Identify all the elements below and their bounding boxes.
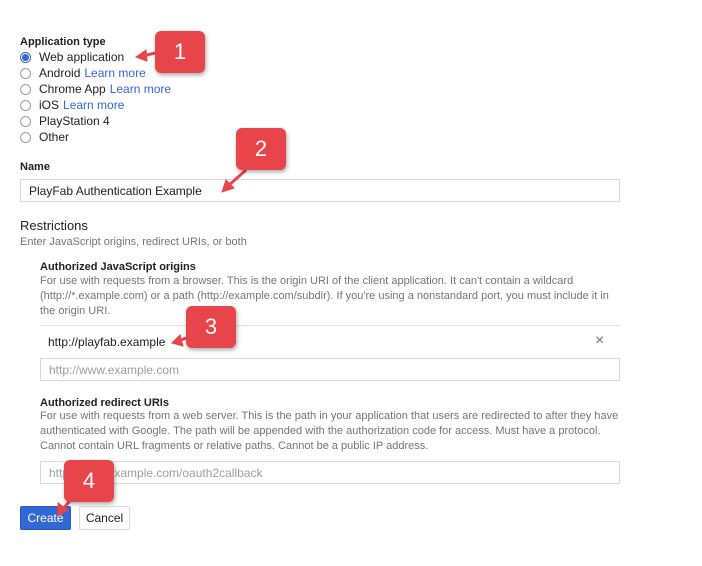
radio-label: Android [39, 66, 81, 80]
radio-checked-icon[interactable] [20, 51, 31, 63]
callout-arrowhead-1 [134, 49, 148, 62]
redirect-uris-title: Authorized redirect URIs [40, 397, 169, 409]
radio-web-application[interactable]: Web application [20, 49, 124, 65]
radio-unchecked-icon[interactable] [20, 115, 31, 127]
js-origins-title: Authorized JavaScript origins [40, 261, 196, 273]
help-line: authenticated with Google. The path will… [40, 425, 601, 437]
learn-more-link[interactable]: Learn more [63, 98, 124, 112]
radio-android[interactable]: Android Learn more [20, 65, 146, 81]
divider [40, 325, 620, 326]
name-input-value: PlayFab Authentication Example [29, 183, 202, 198]
radio-label: Web application [39, 50, 125, 64]
name-label: Name [20, 161, 50, 173]
help-line: For use with requests from a web server.… [40, 410, 619, 422]
js-origins-help: For use with requests from a browser. Th… [40, 274, 630, 319]
callout-4: 4 [64, 460, 114, 502]
cancel-button[interactable]: Cancel [79, 506, 130, 530]
callout-3: 3 [186, 306, 236, 348]
js-origin-input[interactable]: http://www.example.com [40, 358, 620, 381]
help-line: the origin URI. [40, 305, 111, 317]
radio-unchecked-icon[interactable] [20, 67, 31, 79]
help-line: Cannot contain URL fragments or relative… [40, 440, 429, 452]
js-origin-entry[interactable]: http://playfab.example [48, 335, 165, 349]
radio-label: Chrome App [39, 82, 106, 96]
learn-more-link[interactable]: Learn more [84, 66, 145, 80]
radio-ios[interactable]: iOS Learn more [20, 97, 124, 113]
remove-origin-icon[interactable]: × [595, 332, 604, 350]
callout-arrowhead-3 [171, 334, 184, 347]
name-input[interactable]: PlayFab Authentication Example [20, 179, 620, 202]
radio-unchecked-icon[interactable] [20, 131, 31, 143]
create-button[interactable]: Create [20, 506, 71, 530]
callout-1: 1 [155, 31, 205, 73]
radio-chrome-app[interactable]: Chrome App Learn more [20, 81, 171, 97]
callout-2: 2 [236, 128, 286, 170]
help-line: (http://*.example.com) or a path (http:/… [40, 290, 609, 302]
help-line: For use with requests from a browser. Th… [40, 275, 574, 287]
radio-other[interactable]: Other [20, 129, 69, 145]
radio-label: Other [39, 130, 70, 144]
js-origin-placeholder: http://www.example.com [49, 362, 180, 377]
radio-playstation-4[interactable]: PlayStation 4 [20, 113, 110, 129]
redirect-uris-help: For use with requests from a web server.… [40, 409, 640, 454]
application-type-label: Application type [20, 36, 106, 48]
redirect-uri-input[interactable]: http://www.example.com/oauth2callback [40, 461, 620, 484]
learn-more-link[interactable]: Learn more [110, 82, 171, 96]
radio-label: PlayStation 4 [39, 114, 110, 128]
radio-unchecked-icon[interactable] [20, 83, 31, 95]
radio-label: iOS [39, 98, 60, 112]
restrictions-title: Restrictions [20, 218, 88, 233]
restrictions-subtitle: Enter JavaScript origins, redirect URIs,… [20, 236, 247, 248]
radio-unchecked-icon[interactable] [20, 99, 31, 111]
